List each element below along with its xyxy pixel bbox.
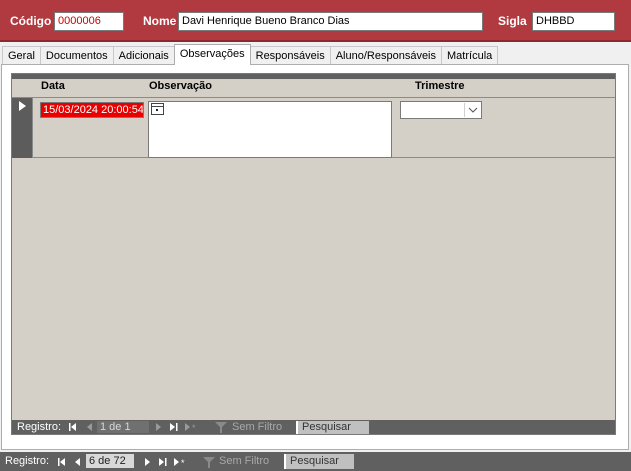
mainnav-registro-label: Registro: <box>5 455 50 467</box>
current-record-arrow-icon <box>19 101 26 111</box>
column-header-trimestre: Trimestre <box>415 80 465 92</box>
column-header-data: Data <box>41 80 65 92</box>
calendar-icon[interactable] <box>151 103 164 115</box>
mainnav-filter-status[interactable]: Sem Filtro <box>219 455 269 467</box>
sigla-label: Sigla <box>498 14 527 28</box>
tab-panel-observacoes: Data Observação Trimestre 15/03/2024 20:… <box>1 64 629 450</box>
column-divider <box>32 98 33 158</box>
column-header-observacao: Observação <box>149 80 212 92</box>
tab-observacoes[interactable]: Observações <box>173 44 251 65</box>
subnav-position[interactable]: 1 de 1 <box>97 421 149 433</box>
main-record-navigator: Registro: 6 de 72 * Sem Filtro Pesquisar <box>0 452 631 471</box>
tab-responsaveis[interactable]: Responsáveis <box>249 46 331 65</box>
observacao-field[interactable] <box>148 101 392 158</box>
new-record-icon[interactable]: * <box>184 421 202 433</box>
svg-text:*: * <box>192 423 196 431</box>
nome-label: Nome <box>143 14 177 28</box>
tab-documentos[interactable]: Documentos <box>39 46 114 65</box>
tab-strip: Geral Documentos Adicionais Observações … <box>2 44 499 65</box>
trimestre-combobox[interactable] <box>400 101 482 119</box>
codigo-field[interactable]: 0000006 <box>54 12 124 31</box>
observacoes-subform: Data Observação Trimestre 15/03/2024 20:… <box>11 73 616 435</box>
subform-top-bar <box>12 74 615 79</box>
subnav-filter-status[interactable]: Sem Filtro <box>232 421 282 433</box>
first-record-icon[interactable] <box>67 421 78 433</box>
tab-aluno-responsaveis[interactable]: Aluno/Responsáveis <box>329 46 443 65</box>
main-filter-icon[interactable] <box>202 456 216 468</box>
form-window: Código 0000006 Nome Davi Henrique Bueno … <box>0 0 631 471</box>
form-header: Código 0000006 Nome Davi Henrique Bueno … <box>0 0 631 42</box>
main-last-record-icon[interactable] <box>157 456 168 468</box>
main-next-record-icon[interactable] <box>142 456 153 468</box>
last-record-icon[interactable] <box>168 421 179 433</box>
subnav-registro-label: Registro: <box>17 421 62 433</box>
record-selector[interactable] <box>12 98 32 158</box>
tab-adicionais[interactable]: Adicionais <box>112 46 175 65</box>
main-first-record-icon[interactable] <box>56 456 67 468</box>
previous-record-icon[interactable] <box>84 421 95 433</box>
next-record-icon[interactable] <box>153 421 164 433</box>
filter-icon[interactable] <box>214 421 228 433</box>
main-new-record-icon[interactable]: * <box>173 456 191 468</box>
mainnav-position[interactable]: 6 de 72 <box>86 454 134 468</box>
nome-field[interactable]: Davi Henrique Bueno Branco Dias <box>178 12 483 31</box>
tab-geral[interactable]: Geral <box>2 46 41 65</box>
sigla-field[interactable]: DHBBD <box>532 12 615 31</box>
mainnav-search-input[interactable]: Pesquisar <box>284 454 354 469</box>
tab-matricula[interactable]: Matrícula <box>441 46 499 65</box>
data-field[interactable]: 15/03/2024 20:00:54 <box>40 102 144 118</box>
main-previous-record-icon[interactable] <box>72 456 83 468</box>
subform-record-navigator: Registro: 1 de 1 * Sem Filtro Pesquisar <box>12 420 615 434</box>
subnav-search-input[interactable]: Pesquisar <box>296 421 369 434</box>
svg-text:*: * <box>181 458 185 466</box>
chevron-down-icon[interactable] <box>464 103 480 117</box>
codigo-label: Código <box>10 14 52 28</box>
